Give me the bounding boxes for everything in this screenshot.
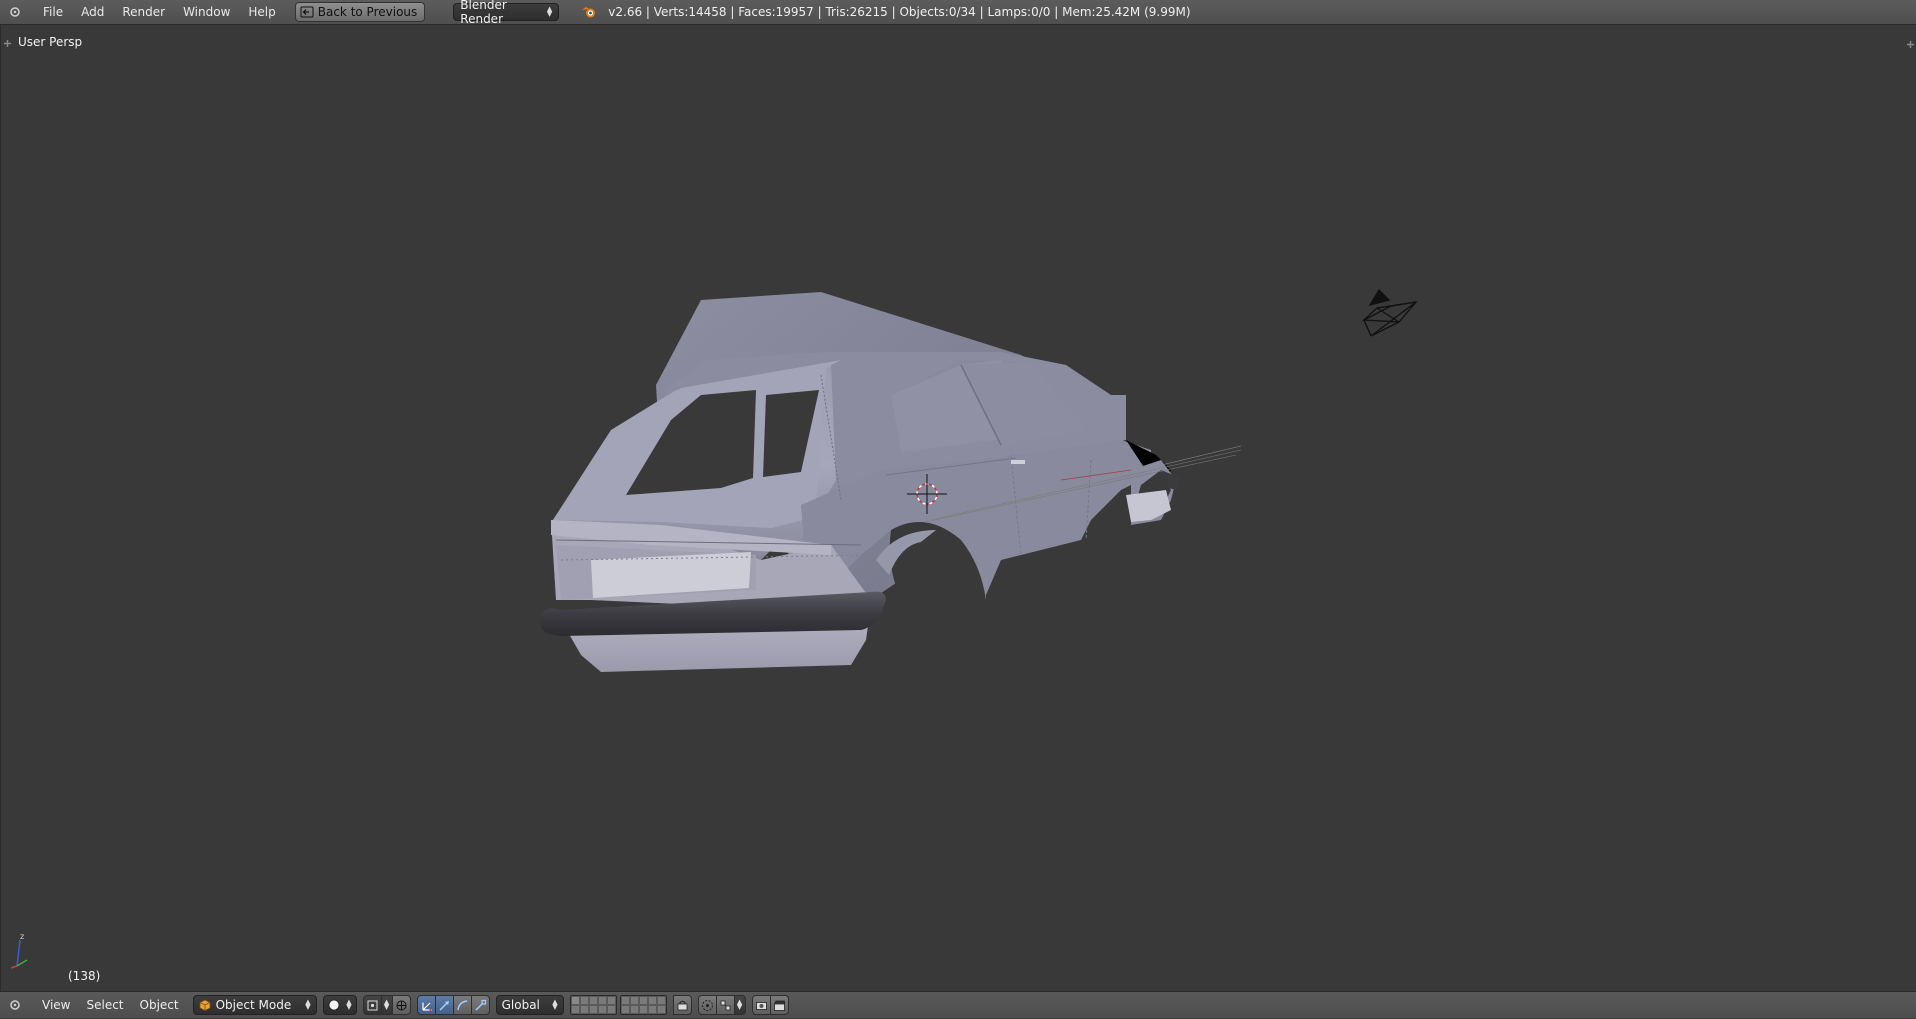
menu-view[interactable]: View [34,992,78,1019]
layer-button[interactable] [579,996,589,1005]
3d-view-header: View Select Object Object Mode ▲ ▼ ▲ ▼ ▲ ▼ [0,991,1916,1018]
layer-button[interactable] [647,1005,657,1014]
menu-help[interactable]: Help [239,0,284,25]
pivot-and-manipulator-group: ▲ ▼ [362,995,411,1015]
snap-increment-icon [720,1000,731,1010]
proportional-editing-button[interactable] [697,995,717,1015]
rotate-manipulator-button[interactable] [434,995,454,1015]
layer-button[interactable] [597,1005,607,1014]
pivot-dropdown[interactable]: ▲ ▼ [380,995,393,1015]
rotate-arc-icon [456,999,467,1010]
interaction-mode-select[interactable]: Object Mode ▲ ▼ [192,995,317,1015]
pivot-point-button[interactable] [362,995,382,1015]
layer-button[interactable] [570,1005,580,1014]
layer-button[interactable] [588,1005,598,1014]
manipulator-toggle-button[interactable] [391,995,411,1015]
editor-type-icon[interactable] [8,5,22,19]
updown-arrows-icon: ▲ ▼ [546,5,553,18]
layer-button[interactable] [629,1005,639,1014]
layer-button[interactable] [620,996,630,1005]
render-camera-icon [755,1001,767,1010]
render-engine-select[interactable]: Blender Render ▲ ▼ [453,0,560,26]
back-button-label: Back to Previous [317,5,418,19]
layer-block-1 [569,995,617,1015]
orientation-value: Global [501,998,540,1012]
scene-canvas: z [10,288,1418,969]
viewport-shading-select[interactable]: ▲ ▼ [322,995,357,1015]
layer-button[interactable] [620,1005,630,1014]
layer-lock-icon [677,1000,688,1010]
lock-camera-layers-button[interactable] [672,995,692,1015]
solid-shading-icon [328,999,340,1011]
updown-arrows-icon: ▲ ▼ [736,998,743,1011]
scale-tool-button[interactable] [470,995,490,1015]
layer-button[interactable] [638,996,648,1005]
scene-layers [569,995,667,1015]
info-header: File Add Render Window Help Back to Prev… [0,0,1916,26]
menu-render[interactable]: Render [113,0,174,25]
updown-arrows-icon: ▲ ▼ [383,998,390,1011]
layer-button[interactable] [656,1005,666,1014]
proportional-edit-icon [701,999,713,1011]
menu-add[interactable]: Add [72,0,113,25]
opengl-render-animation-button[interactable] [769,995,789,1015]
current-frame-label: (138) [68,969,101,983]
snap-element-button[interactable] [715,995,735,1015]
updown-arrows-icon: ▲ ▼ [552,998,558,1011]
camera-object[interactable] [1361,288,1418,337]
scale-icon [475,999,486,1011]
back-arrow-icon [300,6,314,18]
transform-manipulator-group [416,995,490,1015]
translate-manipulator-button[interactable] [416,995,436,1015]
car-body-mesh[interactable] [541,292,1181,672]
updown-arrows-icon: ▲ ▼ [305,998,311,1011]
scale-manipulator-button[interactable] [452,995,472,1015]
manipulator-icon [396,1000,407,1010]
layer-button[interactable] [629,996,639,1005]
render-preview-group [751,995,789,1015]
layer-button[interactable] [647,996,657,1005]
layer-button[interactable] [579,1005,589,1014]
render-engine-value: Blender Render [460,0,507,26]
layer-button[interactable] [656,996,666,1005]
blender-logo-icon [581,5,597,19]
snap-dropdown[interactable]: ▲ ▼ [733,995,746,1015]
pivot-point-icon [367,1000,378,1010]
layer-button[interactable] [606,1005,616,1014]
menu-select[interactable]: Select [78,992,131,1019]
layer-button[interactable] [570,996,580,1005]
axis-gizmo: z [10,932,28,969]
3d-viewport[interactable]: User Persp z (138) [0,25,1916,991]
axis-z-label: z [20,932,24,941]
layer-button[interactable] [597,996,607,1005]
opengl-render-image-button[interactable] [751,995,771,1015]
layer-button[interactable] [638,1005,648,1014]
scene-statistics: v2.66 | Verts:14458 | Faces:19957 | Tris… [608,5,1191,19]
updown-arrows-icon: ▲ ▼ [346,998,352,1011]
translate-axes-icon [421,999,432,1011]
layer-button[interactable] [588,996,598,1005]
layer-block-2 [619,995,667,1015]
menu-object[interactable]: Object [132,992,187,1019]
object-mode-cube-icon [199,999,211,1011]
transform-orientation-select[interactable]: Global ▲ ▼ [495,995,564,1015]
menu-file[interactable]: File [34,0,72,25]
rotate-arrow-icon [439,1000,449,1011]
back-to-previous-button[interactable]: Back to Previous [294,2,426,22]
mode-value: Object Mode [215,998,292,1012]
layer-lock-group [672,995,692,1015]
render-clapboard-icon [773,1000,785,1011]
layer-button[interactable] [606,996,616,1005]
editor-type-3d-view-icon[interactable] [8,998,22,1012]
menu-window[interactable]: Window [174,0,239,25]
snap-group: ▲ ▼ [697,995,746,1015]
